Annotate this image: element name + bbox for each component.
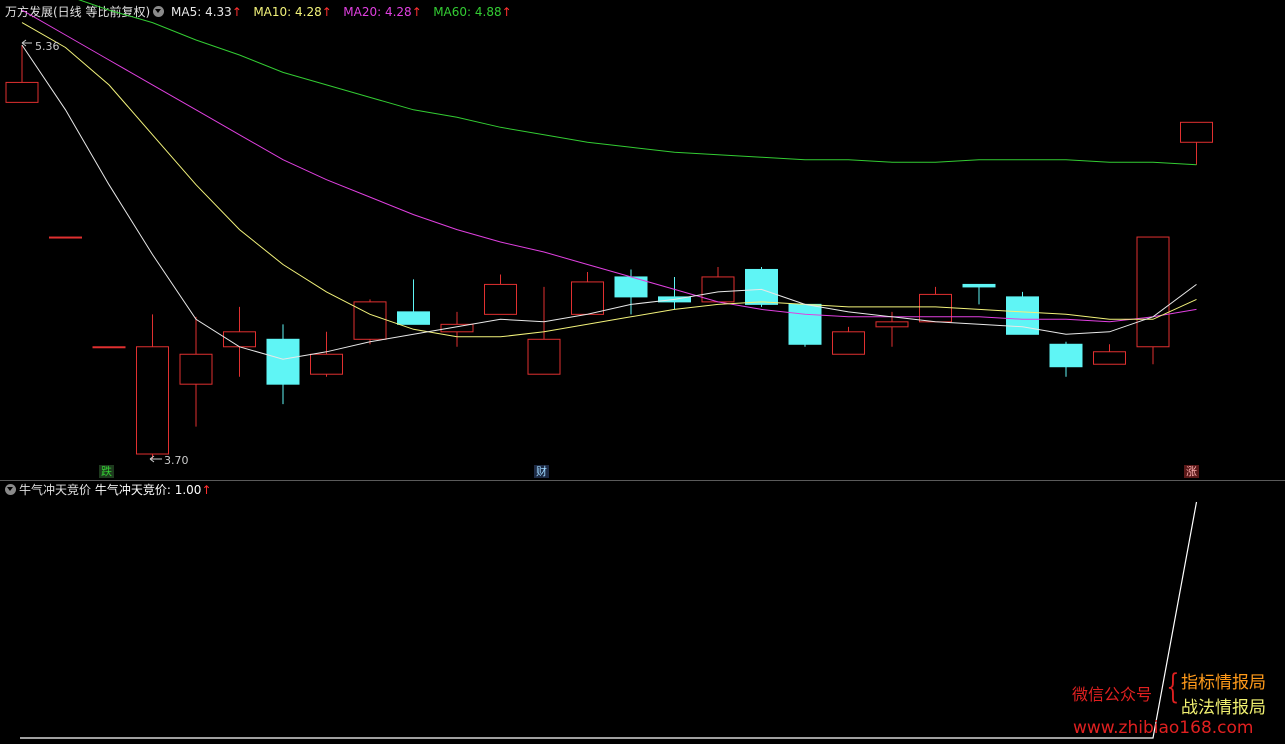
candle-body xyxy=(1049,343,1083,368)
wechat-label: 微信公众号 xyxy=(1072,685,1153,704)
candle xyxy=(962,283,996,305)
candle-body xyxy=(5,81,39,103)
candle xyxy=(266,324,300,405)
candle-body xyxy=(266,338,300,385)
candles-group xyxy=(5,45,1213,459)
candle-body xyxy=(875,321,909,328)
finance-marker[interactable]: 财 xyxy=(534,465,549,478)
candle xyxy=(397,279,430,325)
candle xyxy=(310,331,343,377)
candle xyxy=(614,269,648,315)
candle-body xyxy=(310,353,343,375)
candle xyxy=(788,303,822,347)
candle-body xyxy=(49,236,82,239)
candle-body xyxy=(353,301,387,340)
candle xyxy=(527,286,561,375)
candle xyxy=(1006,291,1039,335)
candle-body xyxy=(701,276,735,303)
candle xyxy=(745,266,778,307)
candle-body xyxy=(919,293,952,323)
candle-body xyxy=(527,338,561,375)
candle-body xyxy=(92,346,126,349)
candle xyxy=(136,314,169,459)
candle xyxy=(658,276,691,310)
candle-body xyxy=(1180,121,1213,143)
candle xyxy=(484,274,517,315)
candle-body xyxy=(832,331,865,355)
candle xyxy=(571,271,604,315)
candle-body xyxy=(1093,351,1126,365)
candle xyxy=(5,45,39,103)
candle xyxy=(1093,344,1126,365)
low-price-annotation: 3.70 xyxy=(149,454,189,467)
brace-icon: { xyxy=(1166,667,1180,707)
candle-body xyxy=(745,268,778,305)
high-price-label: 5.36 xyxy=(35,40,60,53)
low-price-label: 3.70 xyxy=(164,454,189,467)
high-price-annotation: 5.36 xyxy=(21,39,60,53)
candle xyxy=(353,299,387,345)
watermark-url: www.zhibiao168.com xyxy=(1073,718,1254,738)
ma10-line xyxy=(21,22,1197,338)
ma60-line xyxy=(78,0,1197,166)
candle-body xyxy=(484,283,517,315)
candle-body xyxy=(571,281,604,315)
candle xyxy=(179,316,213,427)
candle xyxy=(1136,236,1170,365)
candle xyxy=(1180,121,1213,165)
candle xyxy=(832,326,865,355)
candle-body xyxy=(788,303,822,345)
candle-body xyxy=(440,323,474,333)
candle xyxy=(440,311,474,347)
indicator-line xyxy=(20,501,1198,739)
candle-body xyxy=(1136,236,1170,348)
candle xyxy=(92,346,126,349)
candlestick-chart[interactable]: 5.36 3.70 xyxy=(0,0,1285,478)
candle xyxy=(49,236,82,239)
candle-body xyxy=(179,353,213,385)
candle-body xyxy=(397,311,430,325)
candle-body xyxy=(136,346,169,455)
up-marker[interactable]: 涨 xyxy=(1184,465,1199,478)
candle xyxy=(223,306,256,377)
candle xyxy=(701,266,735,303)
chart-window: 万方发展(日线 等比前复权) MA5: 4.33↑ MA10: 4.28↑ MA… xyxy=(0,0,1285,744)
candle xyxy=(1049,341,1083,377)
watermark-line1: 指标情报局 xyxy=(1181,673,1266,693)
down-marker[interactable]: 跌 xyxy=(99,465,114,478)
watermark-line2: 战法情报局 xyxy=(1181,698,1266,718)
ma20-line xyxy=(21,9,1197,323)
candle-body xyxy=(962,283,996,288)
